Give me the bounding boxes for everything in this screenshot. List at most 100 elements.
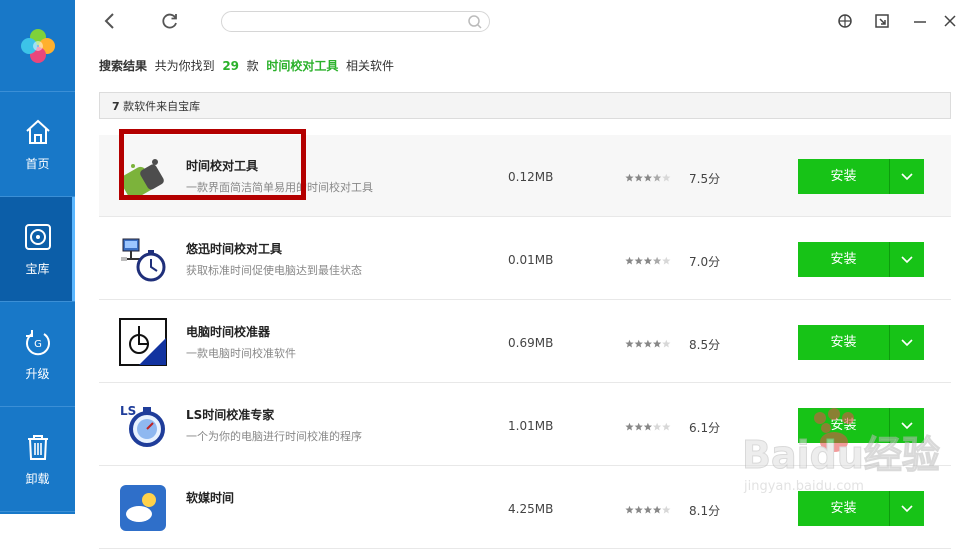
star-icon — [634, 339, 643, 348]
install-label[interactable]: 安装 — [798, 159, 890, 194]
app-name[interactable]: 悠迅时间校对工具 — [186, 240, 282, 257]
app-desc: 一个为你的电脑进行时间校准的程序 — [186, 430, 362, 443]
app-score: 6.1分 — [689, 421, 721, 435]
home-icon — [25, 119, 50, 144]
back-button[interactable] — [99, 10, 121, 32]
search-input[interactable] — [232, 14, 462, 29]
app-desc: 获取标准时间促使电脑达到最佳状态 — [186, 264, 362, 277]
star-icon — [662, 339, 671, 348]
sidebar-item-upgrade[interactable]: G 升级 — [0, 302, 75, 407]
install-button[interactable]: 安装 — [798, 159, 924, 194]
star-icon — [653, 173, 662, 182]
sidebar-item-label: 升级 — [25, 366, 50, 381]
star-icon — [634, 505, 643, 514]
star-icon — [643, 256, 652, 265]
skin-button[interactable] — [834, 10, 856, 32]
chevron-down-icon — [900, 172, 913, 180]
close-icon — [944, 15, 956, 27]
minimize-button[interactable] — [909, 10, 931, 32]
summary-label: 搜索结果 — [99, 59, 148, 73]
sidebar-item-uninstall[interactable]: 卸载 — [0, 407, 75, 512]
result-count: 29 — [222, 59, 240, 73]
svg-text:G: G — [34, 339, 42, 350]
install-dropdown[interactable] — [890, 242, 923, 277]
source-bar: 7 款软件来自宝库 — [99, 92, 951, 119]
rating-stars — [625, 339, 671, 348]
install-dropdown[interactable] — [890, 408, 923, 443]
minimize-icon — [914, 21, 926, 23]
app-logo[interactable] — [0, 0, 75, 92]
highlight-box — [119, 129, 306, 200]
close-button[interactable] — [939, 10, 961, 32]
sidebar-item-treasury[interactable]: 宝库 — [0, 197, 75, 302]
star-icon — [662, 422, 671, 431]
app-name[interactable]: 电脑时间校准器 — [186, 323, 270, 340]
install-button[interactable]: 安装 — [798, 325, 924, 360]
app-icon-network-clock — [121, 238, 166, 282]
list-item[interactable]: 电脑时间校准器 一款电脑时间校准软件 0.69MB 8.5分 安装 — [99, 301, 951, 383]
source-text: 款软件来自宝库 — [123, 100, 201, 113]
install-button[interactable]: 安装 — [798, 491, 924, 526]
app-size: 0.69MB — [508, 336, 554, 350]
star-icon — [634, 173, 643, 182]
refresh-button[interactable] — [159, 10, 181, 32]
refresh-icon — [162, 13, 177, 29]
app-size: 1.01MB — [508, 419, 554, 433]
app-size: 0.01MB — [508, 253, 554, 267]
search-box — [221, 11, 490, 32]
star-icon — [653, 339, 662, 348]
install-label[interactable]: 安装 — [798, 408, 890, 443]
install-label[interactable]: 安装 — [798, 325, 890, 360]
app-name[interactable]: LS时间校准专家 — [186, 406, 274, 423]
summary-unit: 款 — [246, 59, 259, 73]
app-icon-stopwatch: LS — [120, 404, 165, 447]
star-icon — [625, 422, 634, 431]
app-score: 7.0分 — [689, 255, 721, 269]
chevron-left-icon — [104, 13, 114, 29]
install-button[interactable]: 安装 — [798, 408, 924, 443]
rating-stars — [625, 256, 671, 265]
clover-logo-icon — [20, 28, 55, 63]
upgrade-icon: G — [25, 329, 50, 355]
search-summary: 搜索结果 共为你找到 29 款 时间校对工具 相关软件 — [99, 57, 394, 74]
chevron-down-icon — [900, 338, 913, 346]
svg-text:LS: LS — [120, 404, 136, 418]
list-item[interactable]: 软媒时间 4.25MB 8.1分 安装 — [99, 467, 951, 549]
star-icon — [643, 422, 652, 431]
star-icon — [643, 339, 652, 348]
list-item[interactable]: 悠迅时间校对工具 获取标准时间促使电脑达到最佳状态 0.01MB 7.0分 安装 — [99, 218, 951, 300]
sidebar-item-home[interactable]: 首页 — [0, 92, 75, 197]
install-dropdown[interactable] — [890, 159, 923, 194]
settings-icon — [838, 14, 852, 28]
summary-prefix: 共为你找到 — [154, 59, 215, 73]
app-icon-clock-corner — [119, 318, 167, 366]
app-name[interactable]: 软媒时间 — [186, 489, 234, 506]
search-keyword: 时间校对工具 — [266, 59, 339, 73]
star-icon — [643, 173, 652, 182]
search-icon[interactable] — [467, 14, 483, 30]
star-icon — [625, 339, 634, 348]
chevron-down-icon — [900, 255, 913, 263]
install-dropdown[interactable] — [890, 325, 923, 360]
star-icon — [643, 505, 652, 514]
sidebar-item-label: 首页 — [25, 156, 50, 171]
sidebar-item-label: 宝库 — [25, 261, 50, 276]
star-icon — [662, 505, 671, 514]
active-indicator — [72, 197, 75, 301]
rating-stars — [625, 422, 671, 431]
install-button[interactable]: 安装 — [798, 242, 924, 277]
top-bar — [75, 0, 969, 42]
rating-stars — [625, 173, 671, 182]
install-label[interactable]: 安装 — [798, 491, 890, 526]
star-icon — [625, 173, 634, 182]
star-icon — [653, 422, 662, 431]
star-icon — [625, 505, 634, 514]
app-score: 7.5分 — [689, 172, 721, 186]
star-icon — [653, 256, 662, 265]
mini-mode-button[interactable] — [871, 10, 893, 32]
star-icon — [634, 256, 643, 265]
install-label[interactable]: 安装 — [798, 242, 890, 277]
list-item[interactable]: LS LS时间校准专家 一个为你的电脑进行时间校准的程序 1.01MB 6.1分… — [99, 384, 951, 466]
window-icon — [875, 14, 889, 28]
install-dropdown[interactable] — [890, 491, 923, 526]
